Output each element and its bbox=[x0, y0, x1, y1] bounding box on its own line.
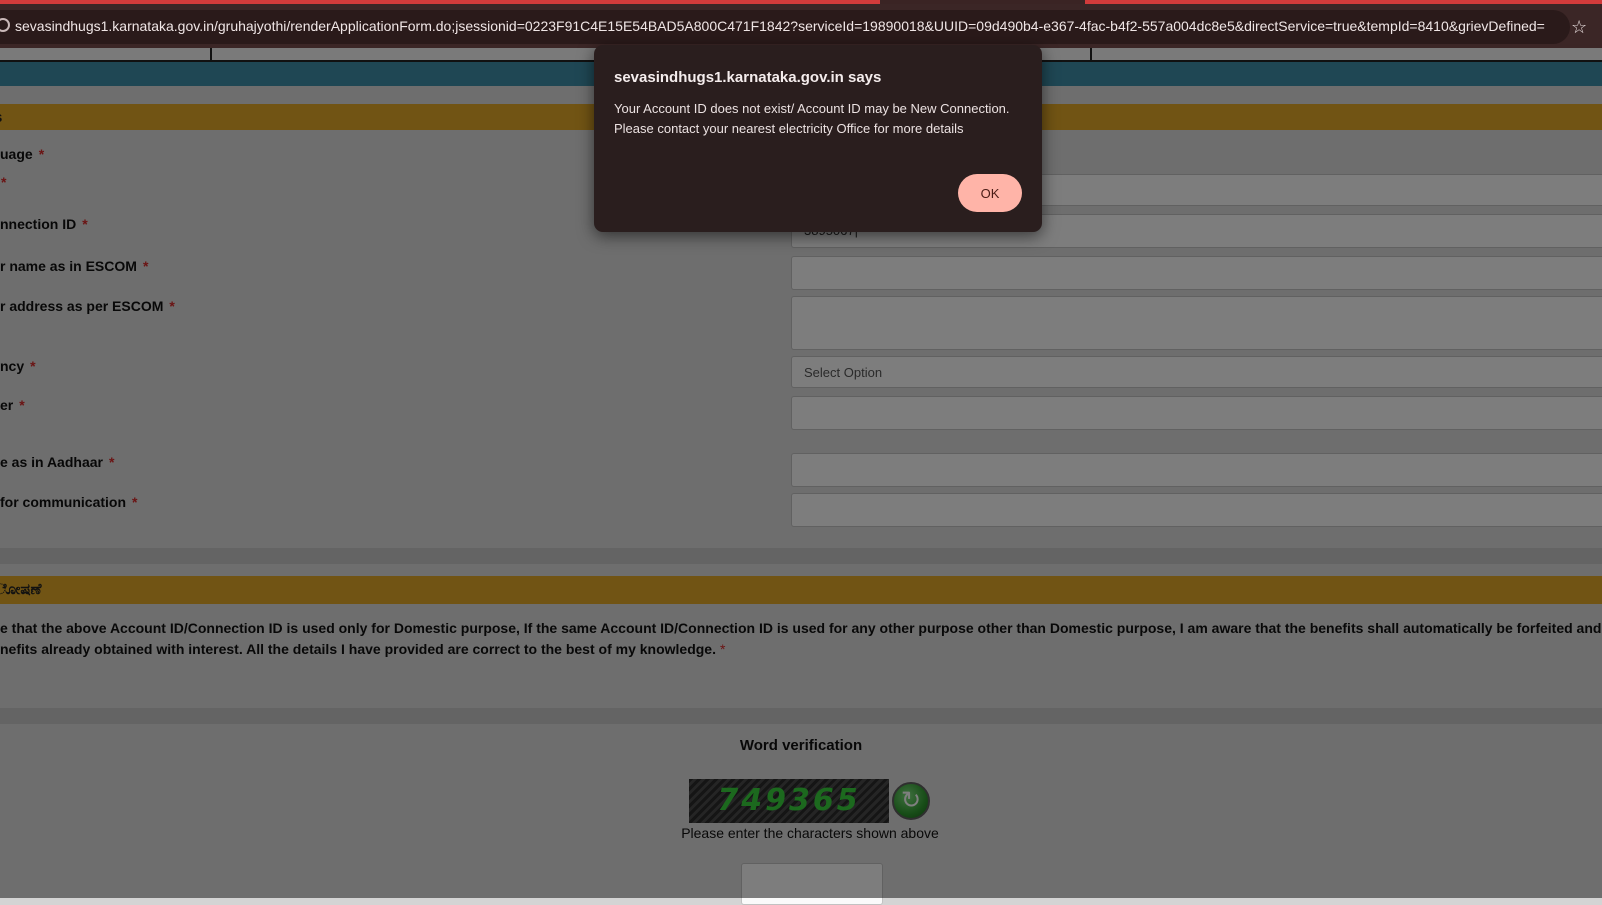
url-text[interactable]: sevasindhugs1.karnataka.gov.in/gruhajyot… bbox=[15, 18, 1545, 34]
address-bar: sevasindhugs1.karnataka.gov.in/gruhajyot… bbox=[0, 4, 1602, 48]
dialog-title: sevasindhugs1.karnataka.gov.in says bbox=[614, 69, 882, 86]
dialog-message: Your Account ID does not exist/ Account … bbox=[614, 99, 1024, 139]
dialog-message-line-2: Please contact your nearest electricity … bbox=[614, 121, 964, 136]
dialog-message-line-1: Your Account ID does not exist/ Account … bbox=[614, 101, 1010, 116]
bookmark-star-icon[interactable]: ☆ bbox=[1571, 18, 1587, 36]
alert-dialog: sevasindhugs1.karnataka.gov.in says Your… bbox=[594, 45, 1042, 232]
ok-button[interactable]: OK bbox=[958, 174, 1022, 212]
